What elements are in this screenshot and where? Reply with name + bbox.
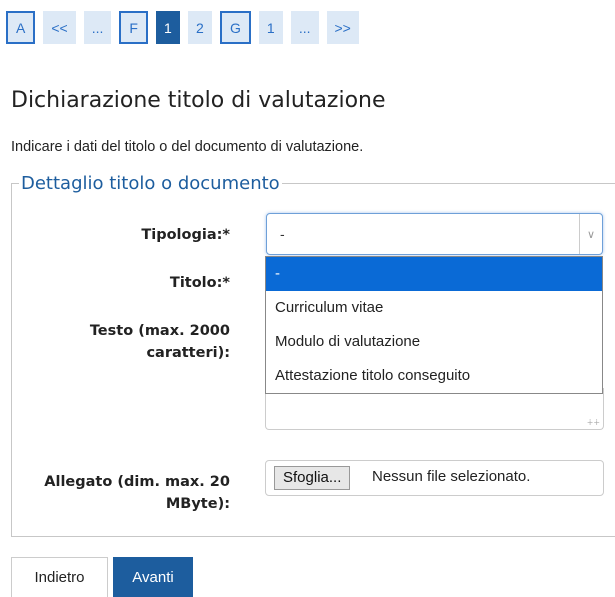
pager: A << ... F 1 2 G 1 ... >> xyxy=(6,11,367,44)
testo-label: Testo (max. 2000 caratteri): xyxy=(10,320,230,364)
tipologia-dropdown-list: - Curriculum vitae Modulo di valutazione… xyxy=(265,256,603,394)
tipologia-label: Tipologia:* xyxy=(141,227,230,243)
pager-ellipsis: ... xyxy=(83,11,112,44)
pager-item-f[interactable]: F xyxy=(119,11,148,44)
browse-button[interactable]: Sfoglia... xyxy=(274,466,351,490)
pager-item-a[interactable]: A xyxy=(6,11,36,44)
pager-item-g[interactable]: G xyxy=(219,11,251,44)
tipologia-selected-value: - xyxy=(280,226,285,242)
dropdown-option-curriculum[interactable]: Curriculum vitae xyxy=(266,291,602,325)
pager-step-g1[interactable]: 1 xyxy=(258,11,283,44)
allegato-label-line2: MByte): xyxy=(165,496,230,512)
dropdown-option-empty[interactable]: - xyxy=(266,257,602,291)
testo-label-line1: Testo (max. 2000 xyxy=(89,323,230,339)
tipologia-select[interactable]: - ∨ xyxy=(266,213,603,255)
next-button[interactable]: Avanti xyxy=(113,557,193,597)
testo-label-line2: caratteri): xyxy=(146,345,230,361)
chevron-down-icon[interactable]: ∨ xyxy=(579,214,602,254)
intro-text: Indicare i dati del titolo o del documen… xyxy=(11,139,364,155)
pager-step-2[interactable]: 2 xyxy=(187,11,212,44)
pager-first[interactable]: << xyxy=(43,11,76,44)
dropdown-option-attestazione[interactable]: Attestazione titolo conseguito xyxy=(266,359,602,393)
pager-step-1-current[interactable]: 1 xyxy=(155,11,180,44)
pager-ellipsis: ... xyxy=(290,11,319,44)
pager-last[interactable]: >> xyxy=(326,11,359,44)
fieldset-legend: Dettaglio titolo o documento xyxy=(21,173,280,194)
back-button[interactable]: Indietro xyxy=(11,557,108,597)
allegato-label-line1: Allegato (dim. max. 20 xyxy=(44,474,230,490)
allegato-label: Allegato (dim. max. 20 MByte): xyxy=(10,471,230,515)
page-title: Dichiarazione titolo di valutazione xyxy=(11,88,386,113)
dropdown-option-modulo[interactable]: Modulo di valutazione xyxy=(266,325,602,359)
file-status-text: Nessun file selezionato. xyxy=(372,468,531,485)
titolo-label: Titolo:* xyxy=(169,275,230,291)
resize-grip-icon[interactable]: ∔∔ xyxy=(587,418,600,427)
allegato-file-input[interactable]: Sfoglia... Nessun file selezionato. xyxy=(265,460,604,496)
testo-textarea[interactable]: ∔∔ xyxy=(265,388,604,430)
